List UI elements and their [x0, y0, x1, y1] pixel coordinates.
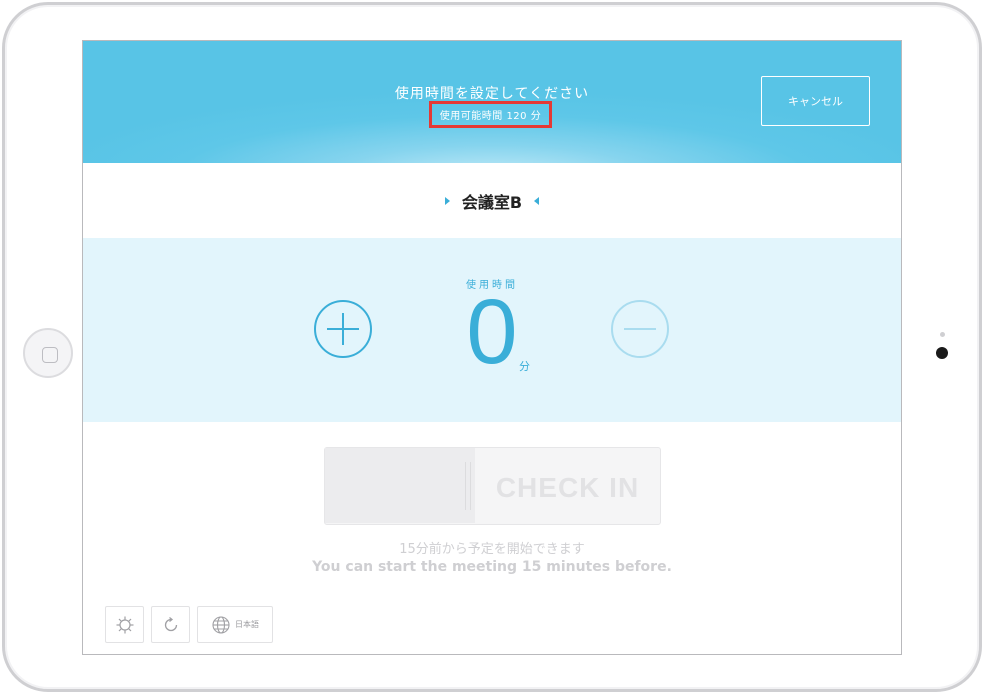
- home-button-icon: [42, 347, 58, 363]
- language-label: 日本語: [235, 620, 259, 629]
- decrease-duration-button[interactable]: [610, 299, 670, 359]
- app-screen: 使用時間を設定してください 使用可能時間 120 分 キャンセル 会議室B 使用…: [82, 40, 902, 655]
- refresh-icon: [164, 616, 177, 631]
- front-camera: [936, 347, 948, 359]
- slider-handle[interactable]: [465, 462, 471, 510]
- settings-button[interactable]: [105, 606, 144, 643]
- check-in-slider[interactable]: CHECK IN: [324, 447, 661, 525]
- refresh-button[interactable]: [151, 606, 190, 643]
- duration-unit: 分: [519, 360, 530, 373]
- room-selector: 会議室B: [83, 163, 901, 238]
- slider-track: [325, 448, 475, 523]
- triangle-left-icon: [534, 196, 540, 205]
- increase-duration-button[interactable]: [313, 299, 373, 359]
- start-note-japanese: 15分前から予定を開始できます: [399, 542, 585, 557]
- header: 使用時間を設定してください 使用可能時間 120 分 キャンセル: [83, 41, 901, 163]
- plus-circle-icon: [314, 300, 372, 358]
- check-in-label: CHECK IN: [495, 472, 640, 503]
- language-button[interactable]: 日本語: [197, 606, 273, 643]
- minus-circle-icon: [611, 300, 669, 358]
- globe-icon: [212, 615, 230, 634]
- front-sensor: [940, 332, 945, 337]
- triangle-right-icon: [444, 196, 450, 205]
- start-note-english: You can start the meeting 15 minutes bef…: [312, 559, 672, 575]
- duration-panel: 使用時間 0 分: [83, 238, 901, 422]
- available-time-text: 使用可能時間 120 分: [439, 111, 542, 122]
- home-button[interactable]: [23, 328, 73, 378]
- room-name: 会議室B: [461, 192, 523, 212]
- cancel-button[interactable]: キャンセル: [761, 76, 870, 126]
- gear-icon: [116, 616, 133, 633]
